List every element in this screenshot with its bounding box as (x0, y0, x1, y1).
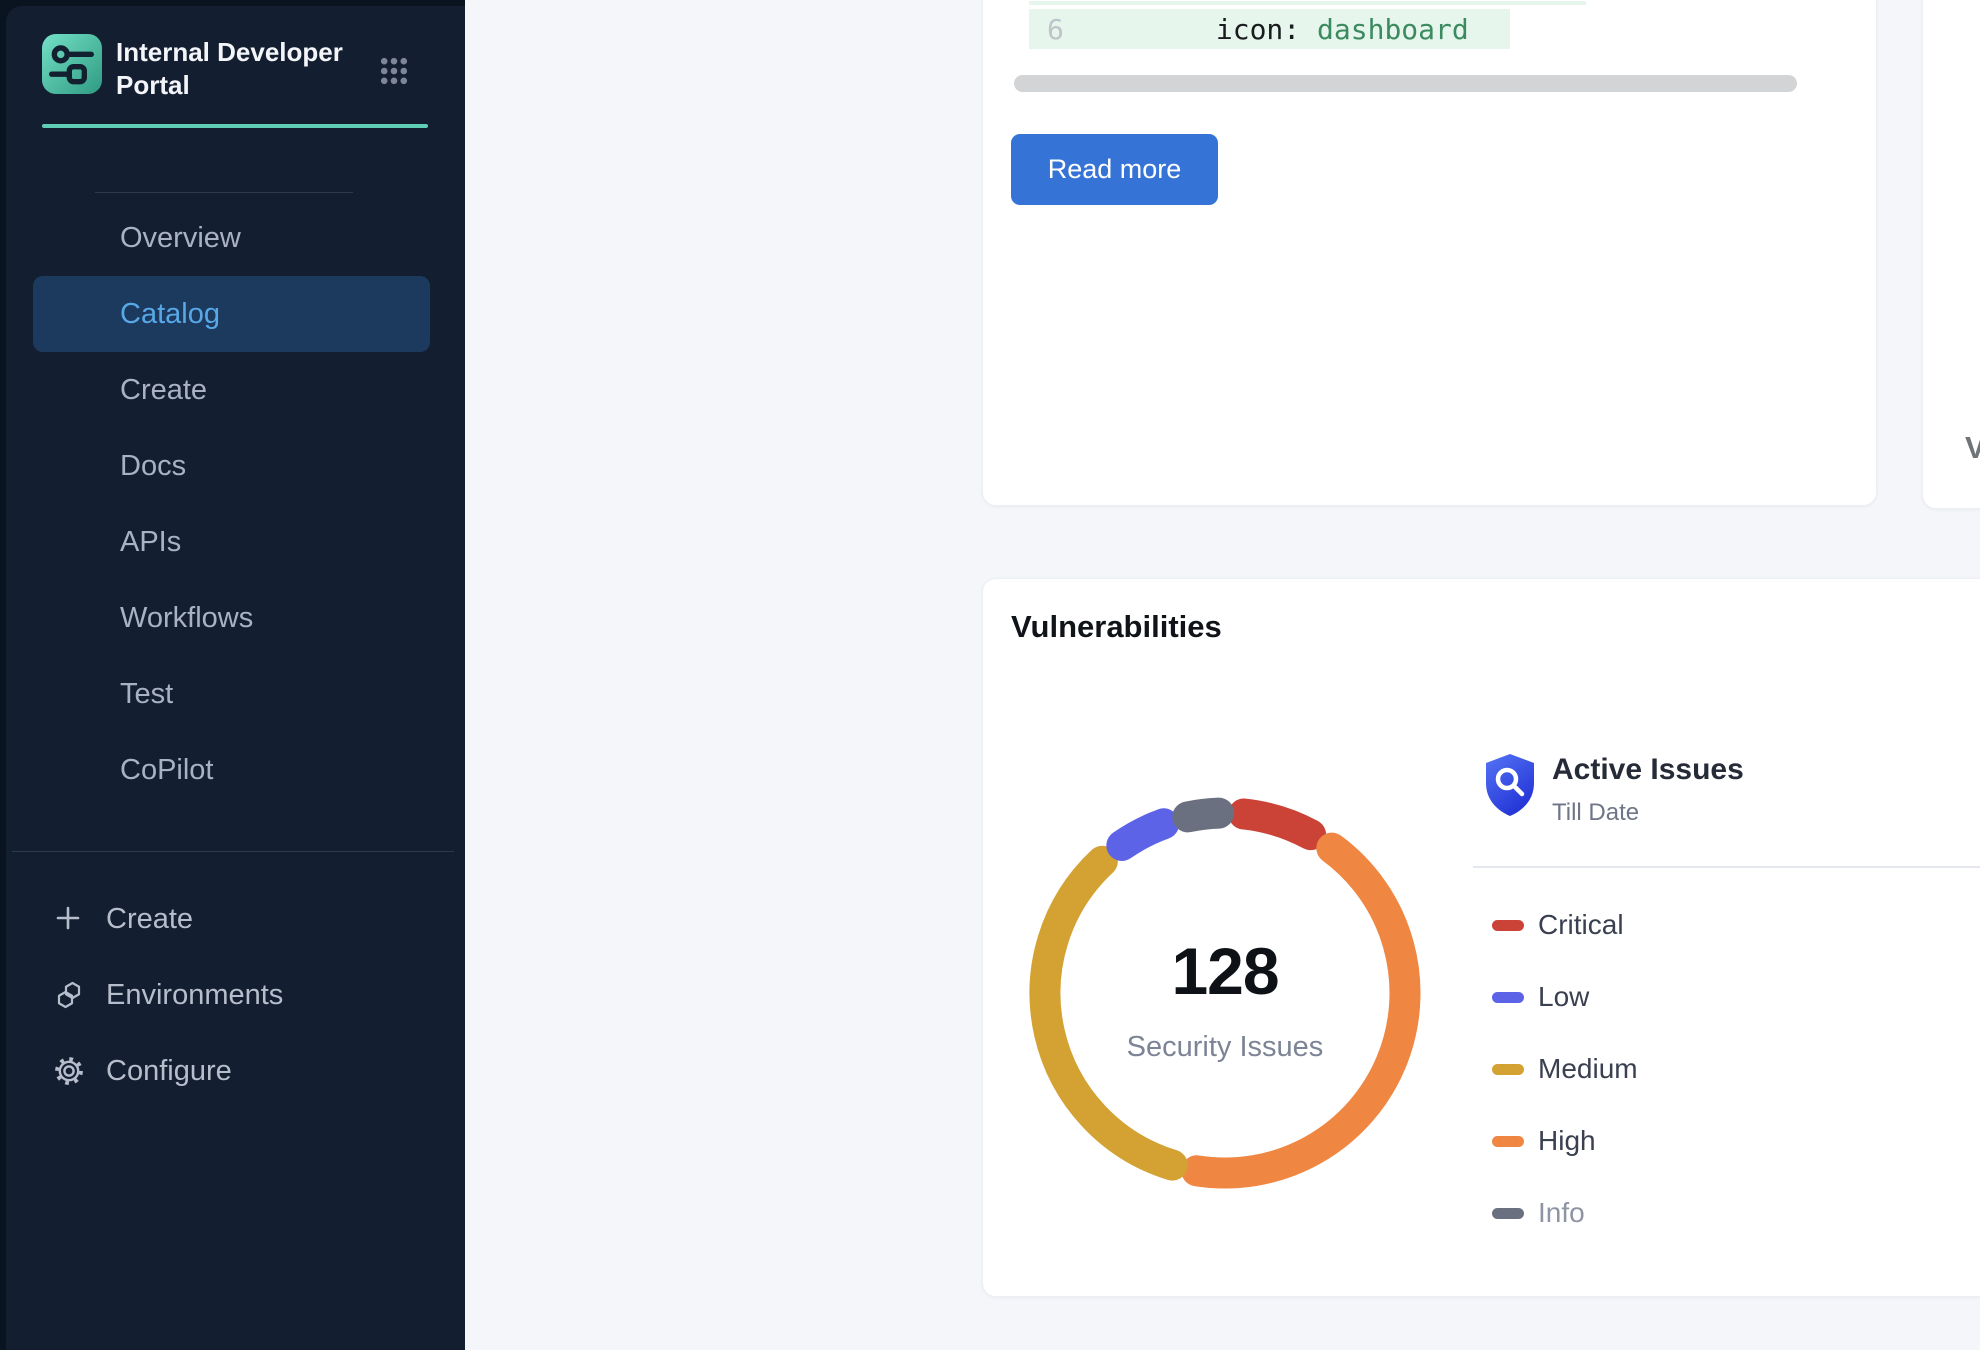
app-title: Internal Developer Portal (116, 36, 346, 102)
active-issues-subtitle: Till Date (1552, 799, 1744, 827)
sidebar-item-copilot[interactable]: CoPilot (33, 732, 430, 808)
legend-label: Low (1538, 981, 1589, 1013)
donut-center-label: Security Issues (1025, 1031, 1425, 1064)
legend-row-medium: Medium48 (37.5%) (1473, 1033, 1980, 1105)
vulnerabilities-card: Vulnerabilities 128 Security Issues (982, 578, 1980, 1297)
donut-segment-info (1188, 813, 1219, 817)
view-graph-label: View graph (1965, 430, 1980, 466)
code-text: icon: dashboard (1216, 13, 1469, 46)
sidebar-item-workflows[interactable]: Workflows (33, 580, 430, 656)
summary-divider (1473, 866, 1980, 868)
legend-row-low: Low6 (4.7%) (1473, 961, 1980, 1033)
legend-label: Info (1538, 1197, 1585, 1229)
legend-row-info: Info4 (3.1%) (1473, 1177, 1980, 1249)
nav-divider-top (95, 192, 353, 193)
severity-legend: Critical9 (7.0%)Low6 (4.7%)Medium48 (37.… (1473, 889, 1980, 1249)
donut-segment-critical (1244, 814, 1311, 835)
donut-center-value: 128 (1025, 933, 1425, 1009)
legend-swatch (1492, 1208, 1524, 1219)
vulnerabilities-title: Vulnerabilities (1011, 609, 1222, 645)
legend-swatch (1492, 920, 1524, 931)
view-graph-link[interactable]: View graph (1965, 430, 1980, 466)
sidebar-item-test[interactable]: Test (33, 656, 430, 732)
footer-item-label: Create (106, 903, 193, 936)
plus-icon (54, 904, 84, 934)
vulnerabilities-summary: Active Issues Till Date 128 Critical9 (7… (1473, 579, 1980, 1296)
code-line-partial (1029, 1, 1586, 5)
active-issues-header: Active Issues Till Date 128 (1473, 751, 1980, 827)
donut-segment-low (1122, 824, 1164, 846)
legend-label: High (1538, 1125, 1596, 1157)
footer-item-label: Configure (106, 1055, 232, 1088)
sidebar: Internal Developer Portal OverviewCatalo… (0, 0, 465, 1350)
legend-row-high: High61 (47.7%) (1473, 1105, 1980, 1177)
footer-item-environments[interactable]: Environments (33, 957, 430, 1033)
donut-segment-high (1197, 848, 1405, 1173)
sidebar-item-apis[interactable]: APIs (33, 504, 430, 580)
sidebar-item-catalog[interactable]: Catalog (33, 276, 430, 352)
hexagons-icon (54, 980, 84, 1010)
security-issues-donut-chart: 128 Security Issues (1025, 793, 1425, 1193)
sidebar-item-docs[interactable]: Docs (33, 428, 430, 504)
brand-underline (42, 124, 428, 128)
legend-swatch (1492, 992, 1524, 1003)
read-more-button[interactable]: Read more (1011, 134, 1218, 205)
sidebar-footer: Create Environments Configure (33, 881, 430, 1109)
legend-label: Critical (1538, 909, 1624, 941)
code-line-highlighted: 6 icon: dashboard (1029, 9, 1510, 49)
legend-swatch (1492, 1136, 1524, 1147)
nav-divider-bottom (12, 851, 454, 852)
sidebar-nav: OverviewCatalogCreateDocsAPIsWorkflowsTe… (33, 200, 430, 808)
gear-icon (54, 1056, 84, 1086)
code-line-number: 6 (1047, 13, 1064, 46)
graph-card: View graph (1922, 0, 1980, 509)
main-content: 6 icon: dashboard Read more View graph V… (465, 0, 1980, 1350)
shield-search-icon (1481, 751, 1539, 819)
horizontal-scrollbar[interactable] (1014, 75, 1797, 92)
active-issues-title: Active Issues (1552, 753, 1744, 787)
apps-grid-icon[interactable] (379, 56, 409, 86)
app-logo-icon (42, 34, 102, 94)
active-issues-text: Active Issues Till Date (1552, 751, 1744, 827)
legend-label: Medium (1538, 1053, 1638, 1085)
footer-item-configure[interactable]: Configure (33, 1033, 430, 1109)
legend-row-critical: Critical9 (7.0%) (1473, 889, 1980, 961)
sidebar-item-create[interactable]: Create (33, 352, 430, 428)
legend-swatch (1492, 1064, 1524, 1075)
sidebar-item-overview[interactable]: Overview (33, 200, 430, 276)
footer-item-label: Environments (106, 979, 283, 1012)
footer-item-create[interactable]: Create (33, 881, 430, 957)
catalog-info-card: 6 icon: dashboard Read more (982, 0, 1877, 506)
donut-segment-medium (1045, 861, 1172, 1165)
